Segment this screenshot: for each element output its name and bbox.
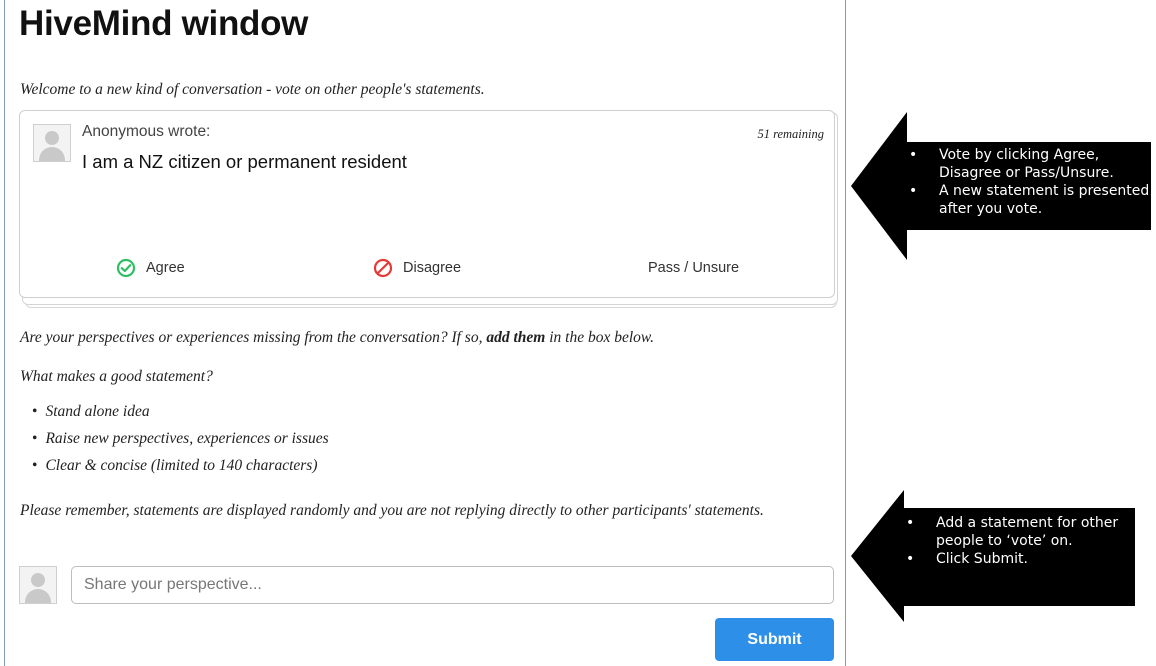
add-prompt-end: in the box below. bbox=[545, 329, 654, 346]
statement-card: Anonymous wrote: 51 remaining I am a NZ … bbox=[19, 110, 835, 298]
tip-item: Raise new perspectives, experiences or i… bbox=[32, 429, 328, 456]
disagree-label: Disagree bbox=[403, 260, 462, 276]
agree-button[interactable]: Agree bbox=[116, 256, 185, 280]
author-label: Anonymous wrote: bbox=[82, 123, 211, 140]
callout-item: Click Submit. bbox=[902, 550, 1135, 568]
window-title: HiveMind window bbox=[19, 4, 309, 43]
remaining-count: 51 remaining bbox=[757, 127, 824, 141]
callout-item: A new statement is presented after you v… bbox=[905, 182, 1151, 218]
user-silhouette-icon bbox=[33, 124, 71, 162]
no-entry-icon bbox=[373, 258, 393, 278]
statement-input[interactable] bbox=[71, 566, 834, 604]
tips-list: Stand alone idea Raise new perspectives,… bbox=[32, 402, 329, 483]
agree-label: Agree bbox=[146, 260, 185, 276]
hivemind-window: HiveMind window Welcome to a new kind of… bbox=[4, 0, 846, 666]
callout-arrow-icon bbox=[851, 490, 904, 622]
check-circle-icon bbox=[116, 258, 136, 278]
submit-button[interactable]: Submit bbox=[715, 618, 834, 661]
add-callout: Add a statement for other people to ‘vot… bbox=[902, 508, 1135, 606]
callout-item: Add a statement for other people to ‘vot… bbox=[902, 514, 1135, 550]
tip-item: Stand alone idea bbox=[32, 402, 329, 429]
pass-unsure-button[interactable]: Pass / Unsure bbox=[648, 256, 739, 280]
add-prompt-start: Are your perspectives or experiences mis… bbox=[20, 329, 487, 346]
add-prompt: Are your perspectives or experiences mis… bbox=[20, 329, 654, 347]
callout-item: Vote by clicking Agree, Disagree or Pass… bbox=[905, 146, 1151, 182]
disagree-button[interactable]: Disagree bbox=[373, 256, 461, 280]
reminder-text: Please remember, statements are displaye… bbox=[20, 502, 764, 519]
statement-text: I am a NZ citizen or permanent resident bbox=[82, 151, 407, 172]
user-silhouette-icon bbox=[19, 566, 57, 604]
pass-label: Pass / Unsure bbox=[648, 260, 740, 276]
welcome-text: Welcome to a new kind of conversation - … bbox=[20, 81, 485, 98]
good-statement-heading: What makes a good statement? bbox=[20, 368, 213, 385]
vote-callout: Vote by clicking Agree, Disagree or Pass… bbox=[905, 142, 1151, 230]
tip-item: Clear & concise (limited to 140 characte… bbox=[32, 456, 329, 483]
callout-arrow-icon bbox=[851, 112, 907, 260]
add-prompt-emphasis: add them bbox=[486, 329, 546, 346]
